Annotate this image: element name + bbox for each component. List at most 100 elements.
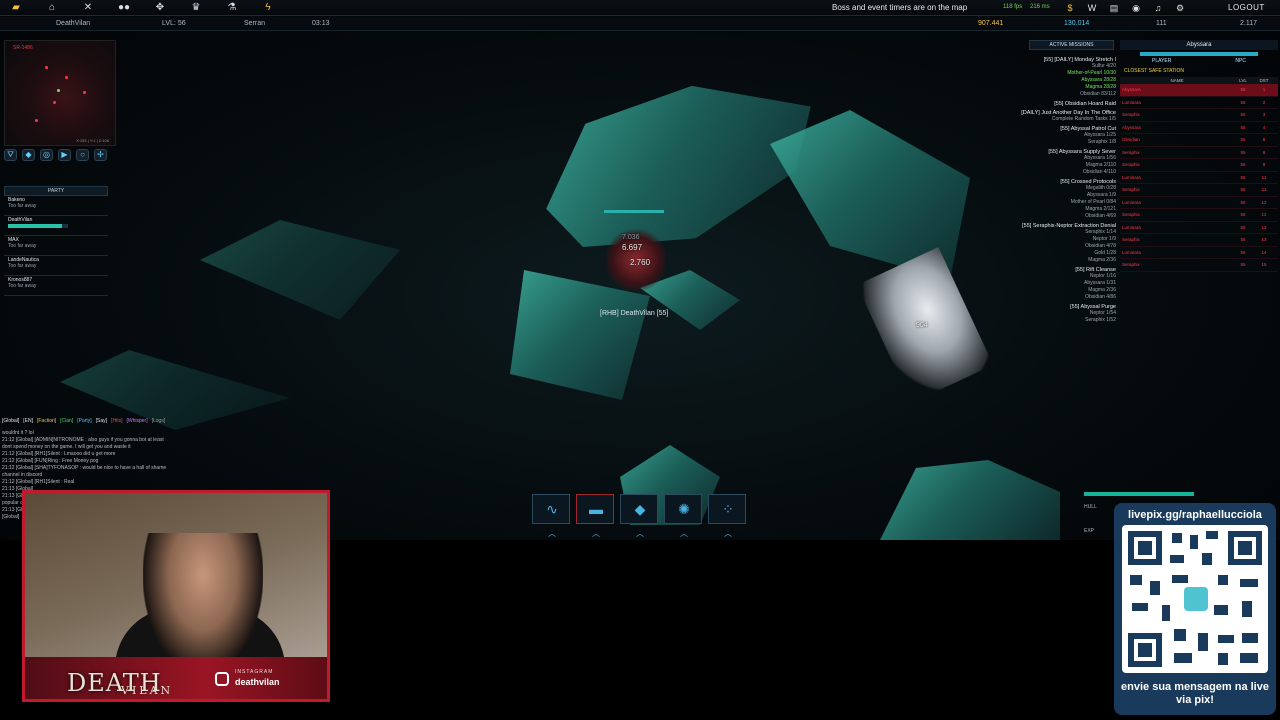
enemy-level: 55 — [1240, 187, 1246, 192]
music-icon[interactable]: ♫ — [1148, 2, 1168, 14]
enemy-row[interactable]: Luminara 55 12 — [1120, 197, 1278, 209]
enemy-name: Luminara — [1122, 174, 1141, 180]
enemy-level: 55 — [1240, 87, 1246, 92]
game-viewport[interactable]: 904 7.036 6.697 2.760 [RHB] DeathVilan [… — [0, 0, 1280, 540]
tab-player[interactable]: PLAYER — [1152, 58, 1171, 64]
chevron-up-icon[interactable]: ︿ — [548, 528, 556, 539]
party-member[interactable]: Bakeno Too far away — [4, 196, 108, 216]
closest-safe-station[interactable]: CLOSEST SAFE STATION — [1124, 68, 1278, 74]
enemy-hp-text: 904 — [916, 322, 928, 329]
chevron-up-icon[interactable]: ︿ — [592, 528, 600, 539]
chat-tab-global[interactable]: [Global] — [2, 418, 19, 424]
minimap-enemy-marker — [45, 66, 48, 69]
chat-tab-party[interactable]: [Party] — [77, 418, 91, 424]
enemy-row[interactable]: Obsidian 55 6 — [1120, 134, 1278, 147]
chevron-up-icon[interactable]: ︿ — [636, 528, 644, 539]
gem-icon[interactable]: ◆ — [22, 149, 35, 161]
skill-hotbar: ∿ ▬ ◆ ✺ ⁘ ︿ ︿ ︿ ︿ ︿ — [532, 494, 752, 538]
target-tabs: PLAYER NPC — [1120, 58, 1278, 64]
honor-value: 2.117 — [1240, 20, 1257, 27]
logout-button[interactable]: LOGOUT — [1228, 3, 1265, 12]
chat-tab-say[interactable]: [Say] — [96, 418, 107, 424]
chat-line: 21:12 [Global] [FUN]Ring : Free Money po… — [2, 458, 99, 464]
book-icon[interactable]: ▤ — [1104, 2, 1124, 14]
pix-url: livepix.gg/raphaellucciola — [1128, 509, 1262, 521]
hotbar-slot[interactable]: ✺ — [664, 494, 702, 524]
minimap[interactable]: SR-1486 X:153 | Y:1 | Z:106 — [4, 40, 116, 146]
ring-icon[interactable]: ○ — [76, 149, 89, 161]
mission-title[interactable]: [55] Obsidian Hoard Raid — [940, 101, 1116, 107]
chevron-up-icon[interactable]: ︿ — [724, 528, 732, 539]
chat-tab-whisper[interactable]: [Whisper] — [126, 418, 147, 424]
enemy-row[interactable]: Seraphix 55 13 — [1120, 234, 1278, 247]
party-member[interactable]: LandeNautica Too far away — [4, 256, 108, 276]
dollar-icon[interactable]: $ — [1060, 2, 1080, 14]
rocket-icon: ◆ — [634, 501, 646, 517]
enemy-row[interactable]: Abyssara 55 4 — [1120, 122, 1278, 134]
tab-npc[interactable]: NPC — [1235, 58, 1246, 64]
enemy-distance: 9 — [1262, 162, 1266, 167]
enemy-row[interactable]: Seraphix 55 8 — [1120, 147, 1278, 159]
chat-tab-hits[interactable]: [Hits] — [111, 418, 122, 424]
enemy-name: Seraphix — [1122, 237, 1140, 242]
hotbar-slot[interactable]: ⁘ — [708, 494, 746, 524]
party-member[interactable]: MAX Too far away — [4, 236, 108, 256]
credits-value: 907.441 — [978, 20, 1004, 27]
discord-icon[interactable]: ◉ — [1126, 2, 1146, 14]
status-bar: DeathVilan LVL: 56 Serran 03:13 907.441 … — [0, 17, 1280, 31]
enemy-row[interactable]: Luminara 55 2 — [1120, 97, 1278, 109]
chat-tab-en[interactable]: [EN] — [23, 418, 33, 424]
radar-icon[interactable]: ◎ — [40, 149, 53, 161]
enemy-row[interactable]: Luminara 55 11 — [1120, 172, 1278, 184]
tools-icon[interactable]: ✕ — [78, 2, 98, 14]
enemy-name: Obsidian — [1122, 137, 1140, 142]
trophy-icon[interactable]: ♛ — [186, 2, 206, 14]
party-member-status: Too far away — [8, 283, 37, 289]
party-member-status: Too far away — [8, 263, 37, 269]
minimap-sector: SR-1486 — [13, 45, 33, 51]
lightning-icon[interactable]: ϟ — [258, 2, 278, 14]
enemy-row[interactable]: Seraphix 55 15 — [1120, 259, 1278, 272]
wiki-icon[interactable]: W — [1082, 2, 1102, 14]
enemy-row[interactable]: Seraphix 55 12 — [1120, 209, 1278, 222]
enemy-row[interactable]: Seraphix 55 9 — [1120, 159, 1278, 172]
enemy-level: 55 — [1240, 112, 1246, 117]
premium-value: 130.014 — [1064, 20, 1090, 27]
enemy-row[interactable]: Abyssara 55 1 — [1120, 84, 1278, 97]
chat-tabs: [Global] [EN] [Faction] [Clan] [Party] [… — [2, 418, 234, 424]
enemy-table-body: Abyssara 55 1 Luminara 55 2 Seraphix 55 3 Abyssar… — [1120, 84, 1278, 272]
enemy-level: 55 — [1240, 99, 1246, 105]
party-member[interactable]: DeathVilan — [4, 216, 108, 236]
enemy-distance: 11 — [1261, 187, 1267, 192]
chat-tab-clan[interactable]: [Clan] — [60, 418, 73, 424]
home-icon[interactable]: ⌂ — [42, 2, 62, 14]
filter-icon[interactable]: ⛛ — [4, 149, 17, 161]
hotbar-slot[interactable]: ∿ — [532, 494, 570, 524]
group-icon[interactable]: ●● — [114, 2, 134, 14]
party-member-status: Too far away — [8, 243, 37, 249]
active-missions-header[interactable]: ACTIVE MISSIONS — [1029, 40, 1114, 50]
enemy-row[interactable]: Luminara 55 13 — [1120, 222, 1278, 234]
ship-icon[interactable]: ▶ — [58, 149, 71, 161]
chat-tab-logs[interactable]: [Logs] — [152, 418, 166, 424]
flask-icon[interactable]: ⚗ — [222, 2, 242, 14]
enemy-row[interactable]: Luminara 55 14 — [1120, 247, 1278, 259]
hotbar-slot[interactable]: ◆ — [620, 494, 658, 524]
party-member-hp-bar — [8, 224, 68, 228]
move-icon[interactable]: ✥ — [150, 2, 170, 14]
emp-icon: ⁘ — [722, 501, 734, 517]
party-member[interactable]: Kronos887 Too far away — [4, 276, 108, 296]
compass-icon[interactable]: ✢ — [94, 149, 107, 161]
hotbar-slot[interactable]: ▬ — [576, 494, 614, 524]
hull-label: HULL — [1084, 504, 1097, 510]
chevron-up-icon[interactable]: ︿ — [680, 528, 688, 539]
settings-icon[interactable]: ⚙ — [1170, 2, 1190, 14]
enemy-row[interactable]: Seraphix 55 11 — [1120, 184, 1278, 197]
toolbox-icon[interactable]: ▰ — [6, 2, 26, 14]
mission-objective: Seraphix 1/52 — [1085, 317, 1116, 323]
qr-code[interactable] — [1122, 525, 1268, 673]
enemy-level: 55 — [1240, 199, 1246, 205]
chat-line: 21:12 [Global] [SHA]TYFONASOP : would be… — [2, 465, 167, 471]
enemy-row[interactable]: Seraphix 55 3 — [1120, 109, 1278, 122]
chat-tab-faction[interactable]: [Faction] — [37, 418, 56, 424]
